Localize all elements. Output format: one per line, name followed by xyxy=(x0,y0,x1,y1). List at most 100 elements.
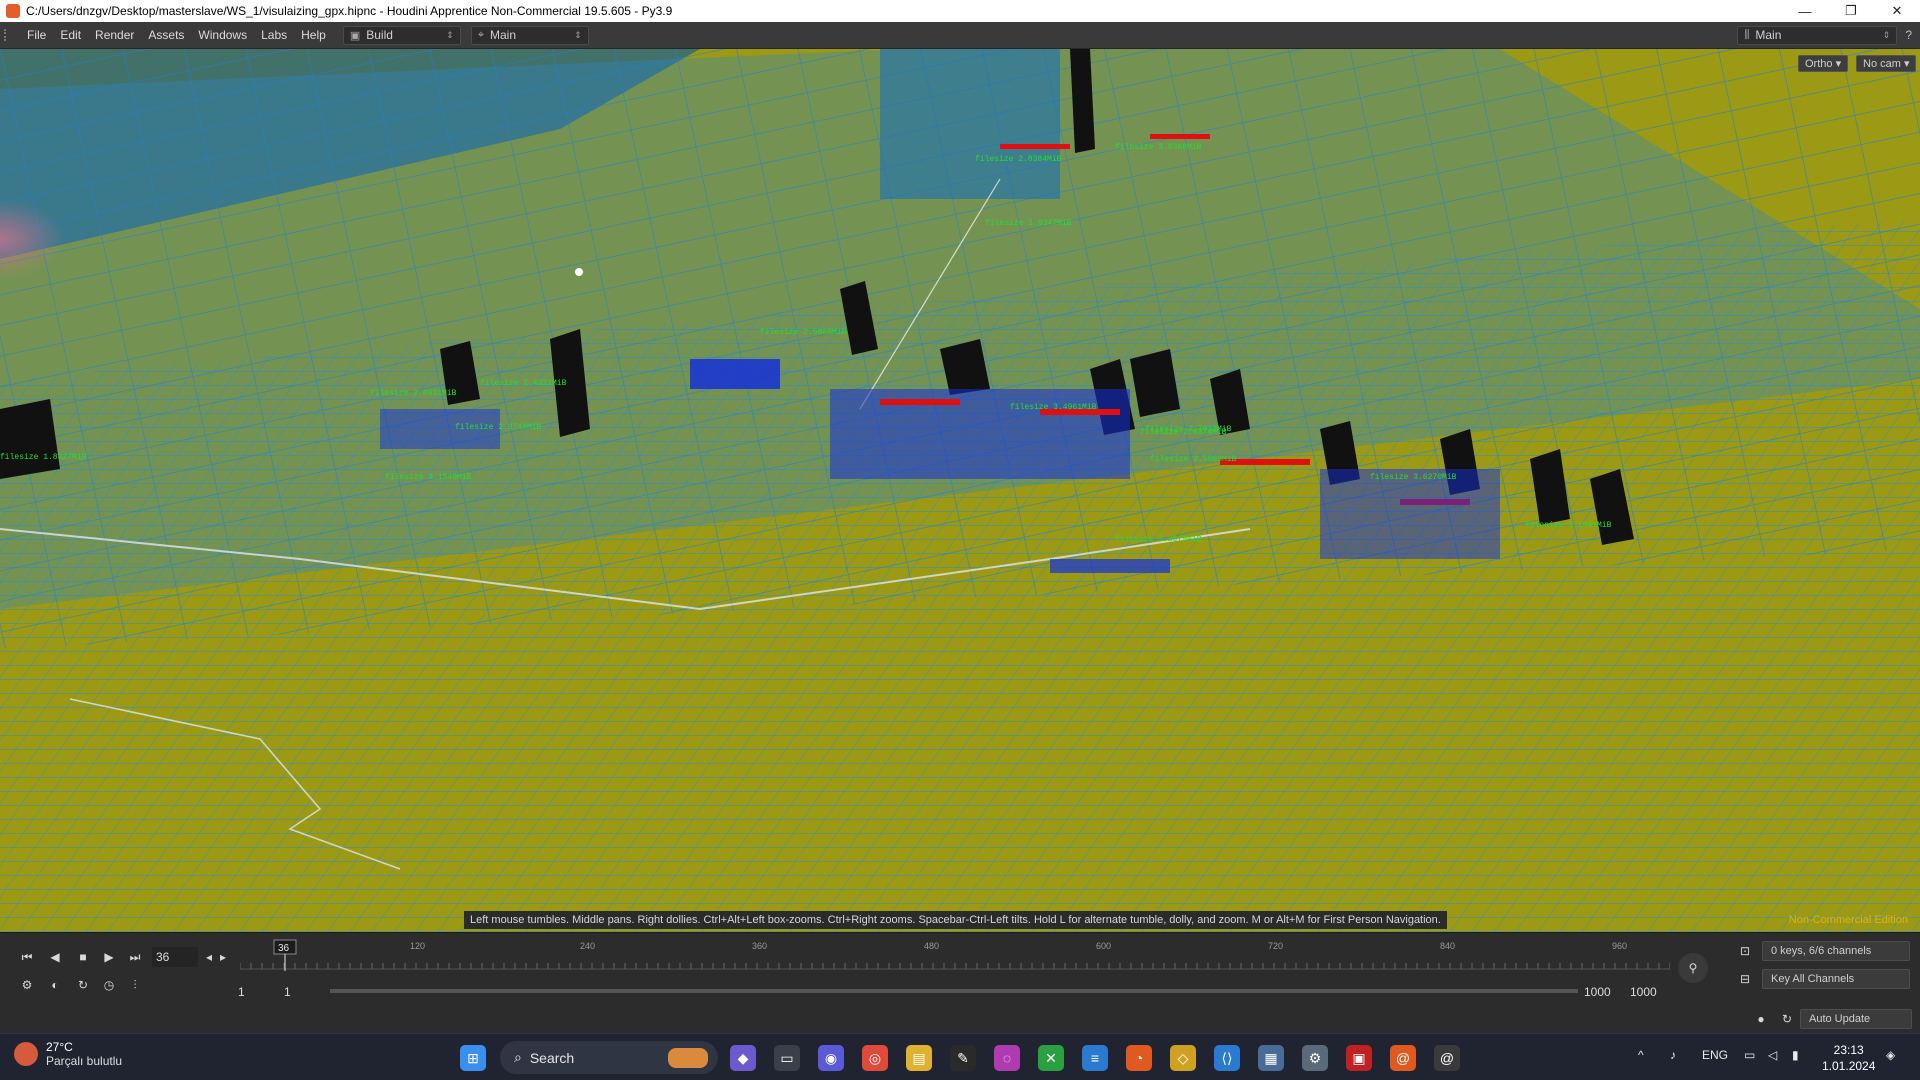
search-icon: ⌕ xyxy=(514,1049,522,1065)
ruler-tick-label: 600 xyxy=(1096,941,1111,951)
chrome-icon[interactable]: ◎ xyxy=(862,1045,888,1071)
network-selector[interactable]: ⌖ Main ⇕ xyxy=(470,25,589,45)
viewport-hint: Left mouse tumbles. Middle pans. Right d… xyxy=(464,911,1447,929)
houdini-alt-icon[interactable]: @ xyxy=(1434,1045,1460,1071)
houdini-app-icon xyxy=(6,4,20,18)
window-title: C:/Users/dnzgv/Desktop/masterslave/WS_1/… xyxy=(26,4,673,18)
start-icon[interactable]: ⊞ xyxy=(460,1045,486,1071)
key-all-channels-button[interactable]: Key All Channels xyxy=(1762,969,1910,989)
notification-bell-icon[interactable]: ◈ xyxy=(1886,1048,1895,1062)
maximize-button[interactable]: ❐ xyxy=(1828,0,1874,22)
frame-range-slider[interactable] xyxy=(330,989,1578,993)
menubar-grip-icon xyxy=(4,29,20,41)
play-reverse-icon[interactable]: ◀ xyxy=(44,947,66,967)
frame-marker-label: 36 xyxy=(278,943,290,954)
blender-icon[interactable]: ◔ xyxy=(1126,1045,1152,1071)
pane-icon: ⫼ xyxy=(1744,28,1750,41)
minimize-button[interactable]: — xyxy=(1782,0,1828,22)
filesize-label: filesize 1.9347MiB xyxy=(985,219,1072,228)
step-back-icon[interactable]: ◂ xyxy=(202,947,216,967)
current-frame-field[interactable]: 36 xyxy=(152,947,198,967)
notepad-icon[interactable]: ≡ xyxy=(1082,1045,1108,1071)
weather-widget[interactable]: 27°C Parçalı bulutlu xyxy=(14,1040,122,1068)
widgets-icon[interactable]: ◆ xyxy=(730,1045,756,1071)
auto-update-button[interactable]: Auto Update xyxy=(1800,1009,1912,1029)
teams-icon[interactable]: ◉ xyxy=(818,1045,844,1071)
camera-menu-button[interactable]: No cam ▾ xyxy=(1856,55,1917,72)
volume-icon[interactable]: ◁ xyxy=(1768,1048,1777,1062)
refresh-icon[interactable]: ↻ xyxy=(1776,1009,1798,1029)
timeline-ruler[interactable]: 120 240 360 480 600 720 840 960 36 xyxy=(239,939,1671,971)
key-icon[interactable]: ⚲ xyxy=(1678,953,1708,983)
start-frame-field-2[interactable]: 1 xyxy=(284,983,291,1001)
filesize-label: filesize 3.6270MiB xyxy=(1370,473,1457,482)
menu-windows[interactable]: Windows xyxy=(191,28,254,42)
heat-glow xyxy=(0,199,260,359)
photos-icon[interactable]: ▦ xyxy=(1258,1045,1284,1071)
close-button[interactable]: ✕ xyxy=(1874,0,1920,22)
ruler-tick-label: 240 xyxy=(580,941,595,951)
task-view-icon[interactable]: ▭ xyxy=(774,1045,800,1071)
channels-icon[interactable]: ⊡ xyxy=(1734,941,1756,961)
menu-edit[interactable]: Edit xyxy=(53,28,88,42)
ortho-view-button[interactable]: Ortho ▾ xyxy=(1798,55,1849,72)
instagram-icon[interactable]: ◌ xyxy=(994,1045,1020,1071)
stop-icon[interactable]: ■ xyxy=(72,947,94,967)
message-icon[interactable]: ● xyxy=(1750,1009,1772,1029)
language-indicator[interactable]: ENG xyxy=(1702,1048,1728,1062)
taskbar-search[interactable]: ⌕ Search xyxy=(500,1041,718,1074)
viewport-scene[interactable]: filesize 2.8384MiB filesize 3.0368MiB fi… xyxy=(0,49,1920,932)
audio-icon[interactable]: ◐ xyxy=(44,975,66,995)
menu-labs[interactable]: Labs xyxy=(254,28,294,42)
key-channels-icon[interactable]: ⊟ xyxy=(1734,969,1756,989)
menu-help[interactable]: Help xyxy=(294,28,333,42)
layout-icon: ▣ xyxy=(349,29,361,42)
main-menubar: File Edit Render Assets Windows Labs Hel… xyxy=(0,22,1920,49)
xbox-icon[interactable]: ✕ xyxy=(1038,1045,1064,1071)
end-frame-field[interactable]: 1000 xyxy=(1584,983,1611,1001)
realtime-toggle-icon[interactable]: ⚙ xyxy=(16,975,38,995)
houdini-icon[interactable]: @ xyxy=(1390,1045,1416,1071)
clock-icon[interactable]: ◷ xyxy=(98,975,120,995)
menu-assets[interactable]: Assets xyxy=(141,28,191,42)
play-icon[interactable]: ▶ xyxy=(98,947,120,967)
battery-icon[interactable]: ▮ xyxy=(1792,1048,1799,1062)
microphone-icon[interactable]: ♪ xyxy=(1670,1048,1676,1062)
noncommercial-label: Non-Commercial Edition xyxy=(1788,914,1908,926)
start-frame-field[interactable]: 1 xyxy=(238,983,245,1001)
weather-condition: Parçalı bulutlu xyxy=(46,1054,123,1068)
clock-date: 1.01.2024 xyxy=(1822,1059,1876,1073)
menu-render[interactable]: Render xyxy=(88,28,141,42)
ruler-tick-label: 840 xyxy=(1440,941,1455,951)
menu-file[interactable]: File xyxy=(20,28,53,42)
help-icon[interactable]: ? xyxy=(1905,28,1912,42)
keys-info-button[interactable]: 0 keys, 6/6 channels xyxy=(1762,941,1910,961)
network-icon[interactable]: ▭ xyxy=(1744,1048,1755,1062)
bar xyxy=(0,399,60,479)
scene-viewport[interactable]: filesize 2.8384MiB filesize 3.0368MiB fi… xyxy=(0,49,1920,932)
filesize-label: filesize 3.4961MiB xyxy=(1010,403,1097,412)
vscode-icon[interactable]: ⟨⟩ xyxy=(1214,1045,1240,1071)
git-icon[interactable]: ◇ xyxy=(1170,1045,1196,1071)
ruler-tick-label: 480 xyxy=(924,941,939,951)
desktop-selector[interactable]: ▣ Build ⇕ xyxy=(342,25,461,45)
end-frame-field-2[interactable]: 1000 xyxy=(1630,983,1657,1001)
filesize-label: filesize 2.7013MiB xyxy=(1145,425,1232,434)
chevron-up-icon[interactable]: ^ xyxy=(1638,1048,1644,1062)
ruler-tick-label: 960 xyxy=(1612,941,1627,951)
clock[interactable]: 23:13 1.01.2024 xyxy=(1822,1042,1875,1074)
filesize-label: filesize 2.8384MiB xyxy=(975,155,1062,164)
pane-tab-selector[interactable]: ⫼ Main ⇕ xyxy=(1737,25,1898,45)
jump-end-icon[interactable]: ⏭ xyxy=(124,947,146,967)
jump-start-icon[interactable]: ⏮ xyxy=(16,947,38,967)
pdf-icon[interactable]: ▣ xyxy=(1346,1045,1372,1071)
file-explorer-icon[interactable]: ▤ xyxy=(906,1045,932,1071)
loop-icon[interactable]: ↻ xyxy=(72,975,94,995)
settings-icon[interactable]: ⚙ xyxy=(1302,1045,1328,1071)
inkscape-icon[interactable]: ✎ xyxy=(950,1045,976,1071)
clock-time: 23:13 xyxy=(1833,1043,1864,1057)
range-icon[interactable]: ⫶ xyxy=(124,975,146,995)
step-forward-icon[interactable]: ▸ xyxy=(216,947,230,967)
filesize-label: filesize 3.1941MiB xyxy=(1525,521,1612,530)
desktop-selector-label: Build xyxy=(366,28,393,42)
